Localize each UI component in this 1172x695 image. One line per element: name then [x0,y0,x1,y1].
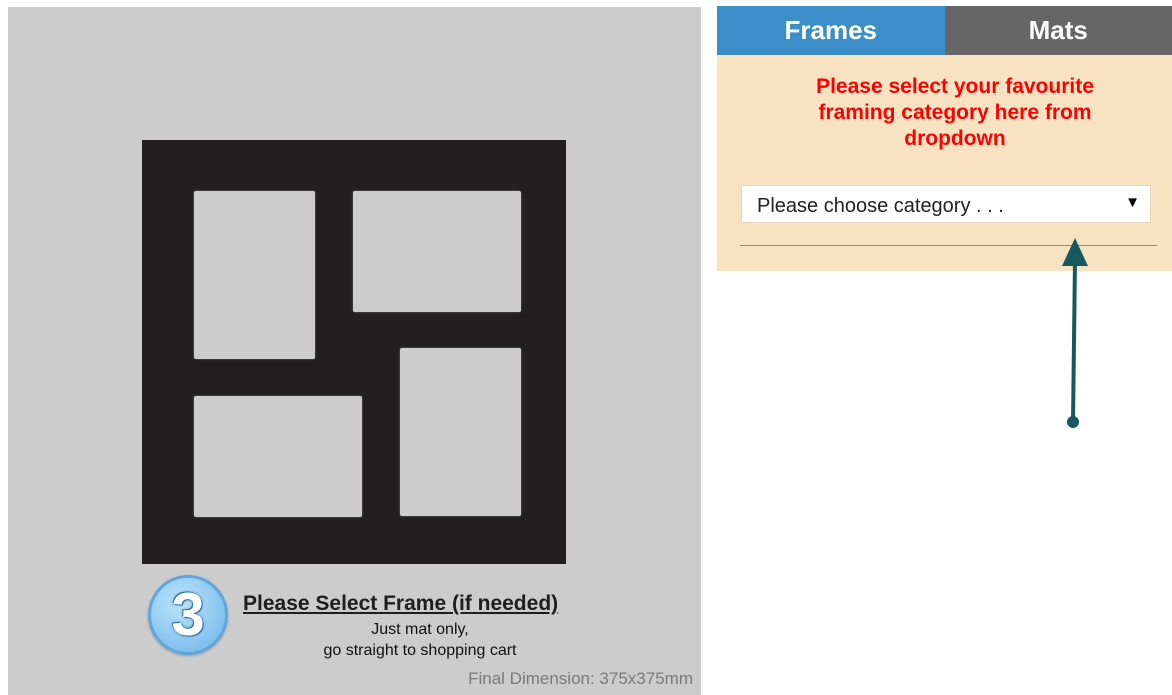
step-number-badge: 3 [148,575,228,655]
step-title: Please Select Frame (if needed) [243,592,559,615]
caret-down-icon: ▼ [1125,194,1140,211]
frame-mat-tabs: Frames Mats [717,6,1172,55]
step-note-line-2: go straight to shopping cart [323,642,517,659]
step-note-line-1: Just mat only, [371,621,469,638]
up-arrow-icon [1062,238,1088,428]
frames-panel: Please select your favourite framing cat… [717,55,1172,271]
mat-opening-portrait-bottom-right [400,348,521,516]
mat-opening-portrait-top-left [194,191,315,359]
category-select-value: Please choose category . . . [757,195,1004,217]
final-dimension: Final Dimension: 375x375mm [468,669,693,688]
mat-board [142,140,566,564]
step-number: 3 [171,581,205,648]
tab-frames[interactable]: Frames [717,6,945,55]
category-instruction: Please select your favourite framing cat… [816,75,1094,150]
mat-opening-landscape-top-right [353,191,521,312]
mat-opening-landscape-bottom-left [194,396,362,517]
tab-mats[interactable]: Mats [944,6,1172,55]
category-select[interactable]: Please choose category . . . ▼ [741,185,1151,223]
